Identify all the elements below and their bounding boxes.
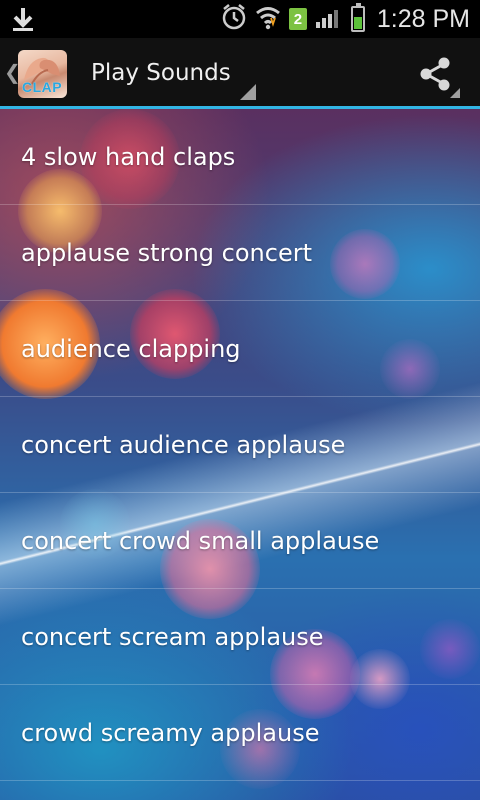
app-icon[interactable]: CLAP (18, 50, 67, 98)
sim-badge: 2 (288, 8, 307, 30)
spinner-indicator-icon (240, 84, 256, 100)
screen-title[interactable]: Play Sounds (91, 60, 231, 86)
status-bar: 2 1:28 PM (0, 0, 480, 38)
signal-icon (315, 5, 343, 33)
overflow-indicator-icon (450, 88, 460, 98)
sound-label: applause strong concert (21, 238, 312, 267)
action-bar: ❮ CLAP Play Sounds (0, 38, 480, 109)
sound-item[interactable]: 4 slow hand claps (0, 109, 480, 205)
sound-item[interactable]: concert audience applause (0, 397, 480, 493)
app-icon-label: CLAP (22, 79, 63, 95)
sound-label: concert crowd small applause (21, 526, 380, 555)
sound-label: 4 slow hand claps (21, 142, 236, 171)
battery-icon (350, 3, 365, 32)
sound-label: concert scream applause (21, 622, 324, 651)
sound-item[interactable]: concert scream applause (0, 589, 480, 685)
status-time: 1:28 PM (376, 4, 470, 33)
sound-list: 4 slow hand claps applause strong concer… (0, 109, 480, 781)
alarm-icon (221, 3, 247, 35)
sound-label: audience clapping (21, 334, 241, 363)
share-icon[interactable] (418, 56, 452, 92)
wifi-icon (255, 4, 281, 34)
sound-label: crowd screamy applause (21, 718, 320, 747)
sound-item[interactable]: applause strong concert (0, 205, 480, 301)
download-icon (10, 6, 36, 36)
sound-item[interactable]: crowd screamy applause (0, 685, 480, 781)
sound-label: concert audience applause (21, 430, 346, 459)
sound-item[interactable]: concert crowd small applause (0, 493, 480, 589)
sound-item[interactable]: audience clapping (0, 301, 480, 397)
